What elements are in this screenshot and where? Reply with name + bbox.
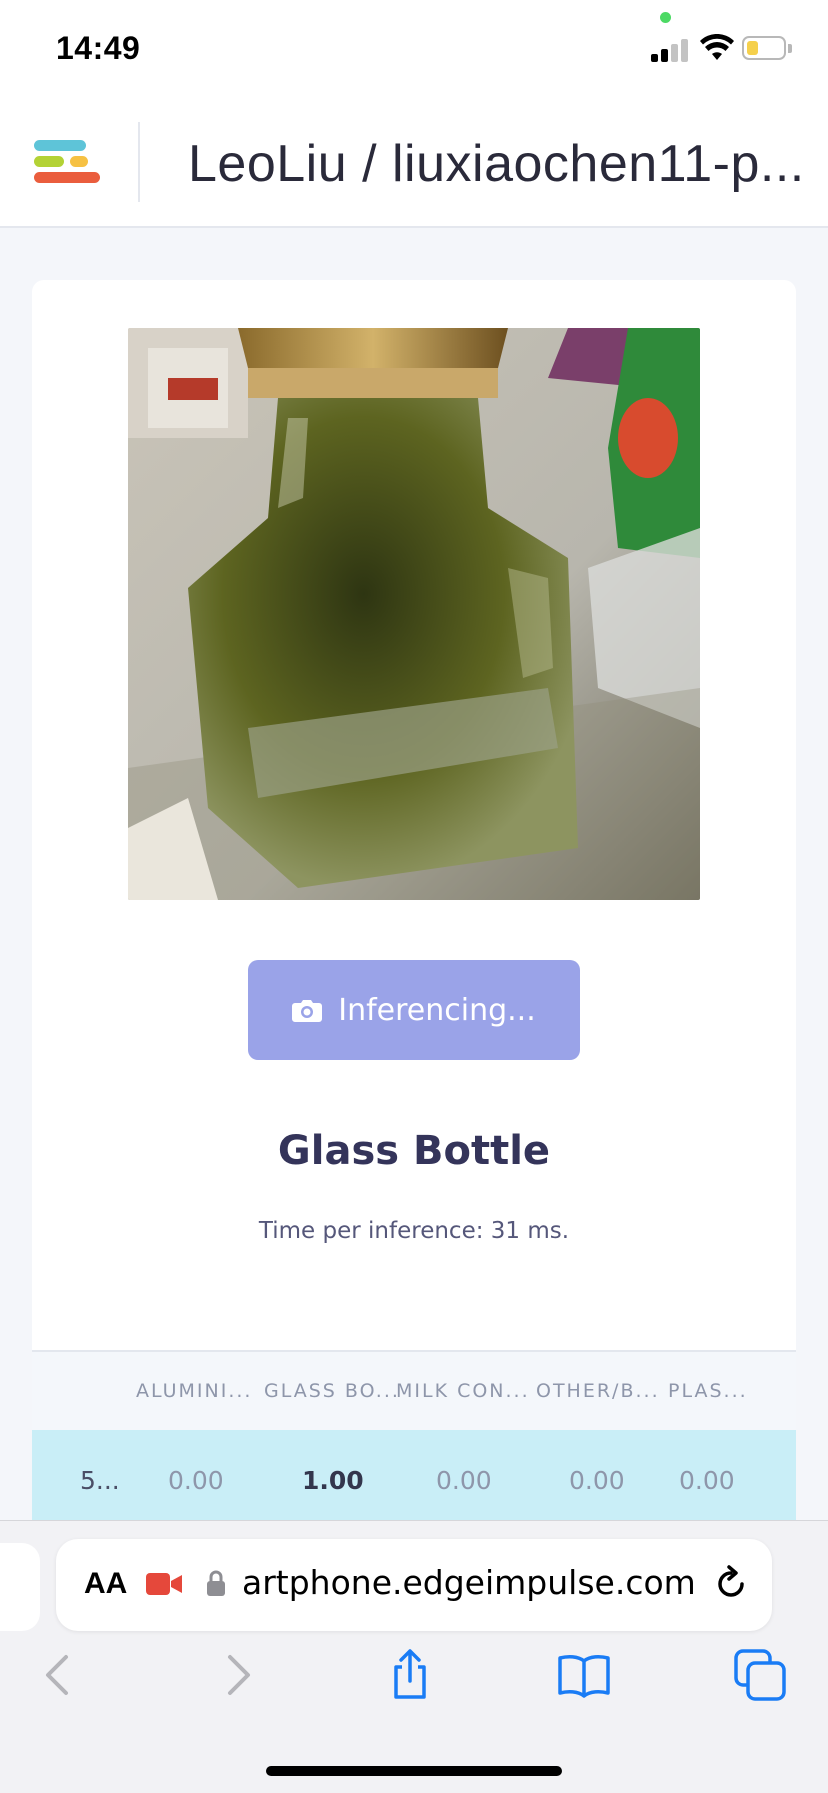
lock-icon [207, 1570, 225, 1596]
score-glass-bottle: 1.00 [302, 1466, 364, 1495]
column-header-glass-bottle: GLASS BO... [264, 1380, 400, 1402]
browser-toolbar: AA artphone.edgeimpulse.com [0, 1520, 828, 1793]
classification-result: Glass Bottle [277, 1128, 551, 1174]
app-header: LeoLiu / liuxiaochen11-p... [0, 100, 828, 228]
wifi-icon [700, 34, 734, 60]
column-header-milk-container: MILK CON... [396, 1380, 530, 1402]
privacy-indicator [660, 12, 671, 23]
battery-tip [788, 44, 792, 53]
battery-icon [742, 36, 786, 60]
classification-card: Inferencing... Glass Bottle Time per inf… [32, 280, 796, 1540]
home-indicator[interactable] [266, 1766, 562, 1776]
column-header-plastic: PLAS... [668, 1380, 748, 1402]
inference-timing: Time per inference: 31 ms. [258, 1218, 570, 1244]
column-header-aluminium: ALUMINI... [136, 1380, 253, 1402]
camera-icon [292, 1000, 323, 1022]
cellular-signal-icon [651, 36, 691, 62]
url-text[interactable]: artphone.edgeimpulse.com [242, 1563, 712, 1602]
inferencing-button[interactable]: Inferencing... [248, 960, 580, 1060]
score-aluminium: 0.00 [168, 1466, 224, 1495]
tabs-icon[interactable] [732, 1647, 788, 1703]
reload-icon[interactable] [712, 1565, 750, 1603]
status-bar: 14:49 [0, 0, 828, 100]
previous-tab-preview[interactable] [0, 1543, 40, 1631]
edge-impulse-logo[interactable] [34, 138, 104, 186]
forward-icon[interactable] [208, 1647, 264, 1703]
project-title: LeoLiu / liuxiaochen11-p... [188, 135, 805, 193]
camera-in-use-icon[interactable] [146, 1573, 182, 1595]
column-header-other: OTHER/B... [536, 1380, 660, 1402]
header-divider [138, 122, 140, 202]
score-other: 0.00 [569, 1466, 625, 1495]
inferencing-button-label: Inferencing... [338, 992, 536, 1028]
status-time: 14:49 [56, 30, 141, 66]
score-plastic: 0.00 [679, 1466, 735, 1495]
bookmarks-icon[interactable] [556, 1647, 612, 1703]
results-table-header: ALUMINI... GLASS BO... MILK CON... OTHER… [32, 1350, 796, 1430]
back-icon[interactable] [32, 1647, 88, 1703]
score-milk-container: 0.00 [436, 1466, 492, 1495]
text-size-button[interactable]: AA [84, 1567, 127, 1601]
address-bar[interactable]: AA artphone.edgeimpulse.com [56, 1539, 772, 1631]
row-timestamp: 5... [80, 1466, 120, 1495]
share-icon[interactable] [382, 1647, 438, 1703]
camera-preview [128, 328, 700, 900]
